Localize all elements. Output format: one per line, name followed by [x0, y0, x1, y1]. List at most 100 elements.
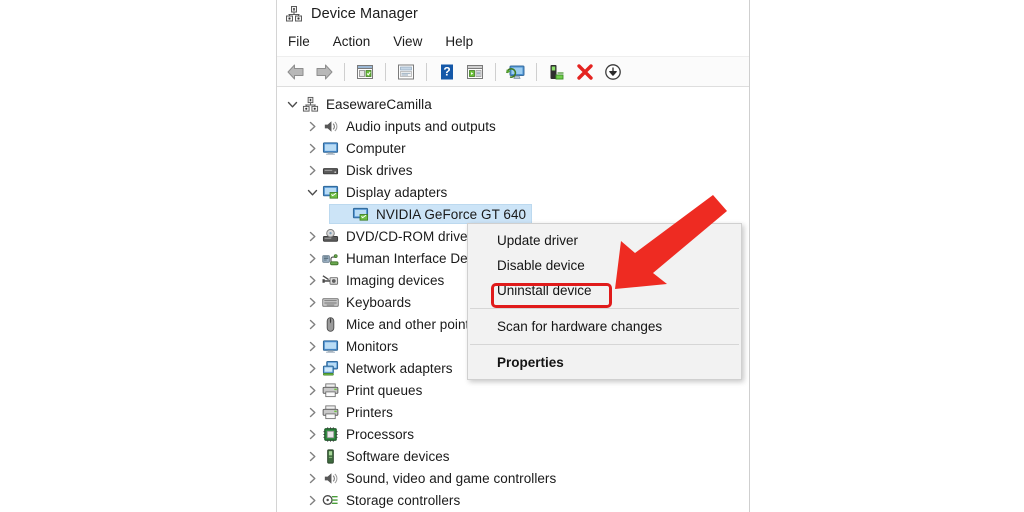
menu-action[interactable]: Action [331, 32, 382, 51]
tree-row[interactable]: Printers [277, 401, 749, 423]
printer-icon [321, 403, 339, 421]
svg-text:?: ? [443, 64, 450, 78]
tree-item-label: Sound, video and game controllers [346, 470, 557, 486]
title-bar: Device Manager [277, 0, 749, 28]
tree-item-label: Storage controllers [346, 492, 461, 508]
toolbar-separator [426, 62, 427, 81]
tree-row[interactable]: Processors [277, 423, 749, 445]
tree-row[interactable]: Disk drives [277, 159, 749, 181]
context-menu-item-uninstall-device[interactable]: Uninstall device [468, 278, 741, 303]
tree-item-label: NVIDIA GeForce GT 640 [376, 206, 527, 222]
device-manager-icon [285, 5, 303, 23]
context-menu-item-disable-device[interactable]: Disable device [468, 253, 741, 278]
tree-item-label: Imaging devices [346, 272, 445, 288]
storage-controller-icon [321, 491, 339, 509]
network-adapter-icon [321, 359, 339, 377]
chevron-right-icon[interactable] [303, 225, 321, 247]
toolbar-separator [495, 62, 496, 81]
processor-icon [321, 425, 339, 443]
chevron-right-icon[interactable] [303, 115, 321, 137]
chevron-right-icon[interactable] [303, 423, 321, 445]
printer-icon [321, 381, 339, 399]
tree-row[interactable]: Print queues [277, 379, 749, 401]
menu-view[interactable]: View [391, 32, 433, 51]
tree-item-label: Print queues [346, 382, 423, 398]
update-driver-window-icon[interactable] [462, 60, 488, 84]
show-hidden-devices-icon[interactable] [393, 60, 419, 84]
context-menu-separator [470, 344, 739, 345]
chevron-down-icon[interactable] [283, 93, 301, 115]
tree-item-label: Disk drives [346, 162, 413, 178]
tree-item-label: Audio inputs and outputs [346, 118, 496, 134]
chevron-right-icon[interactable] [303, 247, 321, 269]
tree-item-label: Keyboards [346, 294, 411, 310]
dvd-drive-icon [321, 227, 339, 245]
chevron-right-icon[interactable] [303, 401, 321, 423]
disable-device-icon[interactable] [600, 60, 626, 84]
display-adapter-icon [321, 183, 339, 201]
tree-row[interactable]: Computer [277, 137, 749, 159]
window-title: Device Manager [311, 6, 418, 22]
back-icon[interactable] [283, 60, 309, 84]
chevron-right-icon[interactable] [303, 379, 321, 401]
enable-device-icon[interactable] [544, 60, 570, 84]
context-menu-item-properties[interactable]: Properties [468, 350, 741, 375]
hid-icon [321, 249, 339, 267]
screenshot-root: Device Manager File Action View Help ? E… [0, 0, 1024, 512]
context-menu-item-update-driver[interactable]: Update driver [468, 228, 741, 253]
chevron-right-icon[interactable] [303, 335, 321, 357]
context-menu-item-scan-for-hardware-changes[interactable]: Scan for hardware changes [468, 314, 741, 339]
menu-help[interactable]: Help [443, 32, 484, 51]
chevron-down-icon[interactable] [303, 181, 321, 203]
forward-icon[interactable] [311, 60, 337, 84]
toolbar-separator [536, 62, 537, 81]
tree-item-label: Software devices [346, 448, 450, 464]
toolbar-separator [385, 62, 386, 81]
tree-item-label: Monitors [346, 338, 399, 354]
tree-item-label: Computer [346, 140, 406, 156]
monitor-icon [321, 139, 339, 157]
uninstall-device-icon[interactable] [572, 60, 598, 84]
tree-label-root: EasewareCamilla [326, 96, 432, 112]
tree-item-label: DVD/CD-ROM drives [346, 228, 475, 244]
help-icon[interactable]: ? [434, 60, 460, 84]
tree-item-label: Printers [346, 404, 393, 420]
menu-bar: File Action View Help [277, 28, 749, 56]
mouse-icon [321, 315, 339, 333]
chevron-right-icon[interactable] [303, 467, 321, 489]
chevron-right-icon[interactable] [303, 445, 321, 467]
menu-file[interactable]: File [286, 32, 321, 51]
chevron-right-icon[interactable] [303, 313, 321, 335]
software-device-icon [321, 447, 339, 465]
chevron-right-icon[interactable] [303, 489, 321, 511]
tree-item-label: Network adapters [346, 360, 453, 376]
computer-root-icon [301, 95, 319, 113]
speaker-icon [321, 117, 339, 135]
tree-row[interactable]: Sound, video and game controllers [277, 467, 749, 489]
tree-row[interactable]: Software devices [277, 445, 749, 467]
display-adapter-icon [351, 205, 369, 223]
tree-item-label: Display adapters [346, 184, 448, 200]
properties-window-icon[interactable] [352, 60, 378, 84]
chevron-right-icon[interactable] [303, 137, 321, 159]
chevron-right-icon[interactable] [303, 269, 321, 291]
chevron-right-icon[interactable] [303, 357, 321, 379]
keyboard-icon [321, 293, 339, 311]
tree-row[interactable]: Display adapters [277, 181, 749, 203]
disk-drive-icon [321, 161, 339, 179]
chevron-right-icon[interactable] [303, 159, 321, 181]
imaging-device-icon [321, 271, 339, 289]
speaker-icon [321, 469, 339, 487]
scan-hardware-changes-icon[interactable] [503, 60, 529, 84]
monitor-icon [321, 337, 339, 355]
context-menu-separator [470, 308, 739, 309]
toolbar: ? [277, 56, 749, 87]
tree-row[interactable]: NVIDIA GeForce GT 640 [277, 203, 749, 225]
tree-row[interactable]: Storage controllers [277, 489, 749, 511]
context-menu: Update driver Disable device Uninstall d… [467, 223, 742, 380]
tree-item-label: Processors [346, 426, 415, 442]
tree-row[interactable]: Audio inputs and outputs [277, 115, 749, 137]
toolbar-separator [344, 62, 345, 81]
chevron-right-icon[interactable] [303, 291, 321, 313]
tree-row-root[interactable]: EasewareCamilla [277, 93, 749, 115]
